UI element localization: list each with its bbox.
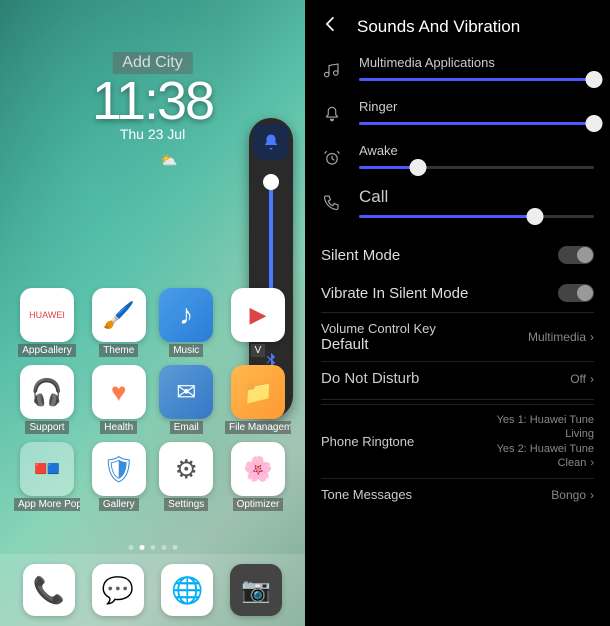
pinwheel-icon: 🌸 bbox=[243, 455, 273, 484]
settings-panel: Sounds And Vibration Multimedia Applicat… bbox=[305, 0, 610, 626]
settings-header: Sounds And Vibration bbox=[321, 14, 594, 39]
app-gallery[interactable]: 🛡Gallery bbox=[90, 442, 148, 511]
clock-widget[interactable]: 11:38 Thu 23 Jul bbox=[92, 70, 213, 142]
app-grid: HUAWEIAppGallery 🖌️Theme ♪Music ▶V 🎧Supp… bbox=[0, 288, 305, 511]
gear-icon: ⚙ bbox=[175, 454, 198, 485]
play-icon: ▶ bbox=[250, 302, 267, 328]
huawei-logo-icon: HUAWEI bbox=[29, 310, 65, 320]
vibrate-silent-toggle[interactable] bbox=[558, 284, 594, 302]
divider bbox=[321, 399, 594, 400]
app-email[interactable]: ✉Email bbox=[158, 365, 216, 434]
vibrate-silent-row[interactable]: Vibrate In Silent Mode bbox=[321, 274, 594, 312]
dnd-row[interactable]: Do Not Disturb Off› bbox=[321, 361, 594, 395]
dock-browser[interactable]: 🌐 bbox=[161, 564, 213, 616]
slider-ringer: Ringer bbox=[321, 99, 594, 125]
phone-icon: 📞 bbox=[32, 575, 64, 606]
volume-thumb[interactable] bbox=[263, 174, 279, 190]
back-button[interactable] bbox=[321, 14, 341, 39]
page-indicator bbox=[128, 545, 177, 550]
alarm-icon bbox=[323, 149, 341, 167]
weather-icon[interactable]: ⛅ bbox=[160, 152, 177, 169]
ringer-slider[interactable] bbox=[359, 122, 594, 125]
envelope-icon: ✉ bbox=[176, 378, 196, 407]
app-music[interactable]: ♪Music bbox=[158, 288, 216, 357]
chevron-right-icon: › bbox=[590, 488, 594, 502]
slider-alarm: Awake bbox=[321, 143, 594, 169]
homescreen: Add City 11:38 Thu 23 Jul ⛅ HUAWEIAppGal… bbox=[0, 0, 305, 626]
music-icon bbox=[323, 61, 341, 79]
slider-call: Call bbox=[321, 187, 594, 218]
tone-messages-row[interactable]: Tone Messages Bongo› bbox=[321, 478, 594, 510]
chevron-right-icon: › bbox=[590, 457, 594, 469]
arrow-left-icon bbox=[321, 14, 341, 34]
headset-icon: 🎧 bbox=[31, 377, 63, 408]
phone-outline-icon bbox=[323, 193, 341, 211]
clock-time: 11:38 bbox=[92, 70, 213, 132]
chevron-right-icon: › bbox=[590, 372, 594, 386]
silent-mode-row[interactable]: Silent Mode bbox=[321, 236, 594, 274]
app-video[interactable]: ▶V bbox=[225, 288, 291, 357]
call-slider[interactable] bbox=[359, 215, 594, 218]
app-settings[interactable]: ⚙Settings bbox=[158, 442, 216, 511]
page-title: Sounds And Vibration bbox=[357, 17, 520, 37]
brush-icon: 🖌️ bbox=[103, 300, 135, 331]
ringer-mode-button[interactable] bbox=[253, 124, 289, 160]
app-health[interactable]: ♥Health bbox=[90, 365, 148, 434]
globe-icon: 🌐 bbox=[171, 575, 203, 606]
dock-phone[interactable]: 📞 bbox=[23, 564, 75, 616]
bell-outline-icon bbox=[323, 105, 341, 123]
ringtone-row[interactable]: Phone Ringtone Yes 1: Huawei Tune Living… bbox=[321, 404, 594, 478]
dock-camera[interactable]: 📷 bbox=[230, 564, 282, 616]
folder-apps-icon: 🟥🟦 bbox=[35, 464, 60, 475]
volume-key-row[interactable]: Volume Control Key Default Multimedia› bbox=[321, 312, 594, 361]
app-support[interactable]: 🎧Support bbox=[14, 365, 80, 434]
slider-multimedia: Multimedia Applications bbox=[321, 55, 594, 81]
silent-mode-toggle[interactable] bbox=[558, 246, 594, 264]
chat-icon: 💬 bbox=[102, 575, 134, 606]
chevron-right-icon: › bbox=[590, 330, 594, 344]
app-optimizer[interactable]: 🌸Optimizer bbox=[225, 442, 291, 511]
dock: 📞 💬 🌐 📷 bbox=[0, 554, 305, 626]
dock-messages[interactable]: 💬 bbox=[92, 564, 144, 616]
music-note-icon: ♪ bbox=[179, 299, 193, 331]
bell-icon bbox=[262, 133, 280, 151]
camera-icon: 📷 bbox=[241, 576, 271, 605]
app-files[interactable]: 📁File Management bbox=[225, 365, 291, 434]
folder-icon: 📁 bbox=[243, 378, 273, 407]
heart-icon: ♥ bbox=[111, 377, 126, 408]
alarm-slider[interactable] bbox=[359, 166, 594, 169]
shield-icon: 🛡 bbox=[102, 454, 135, 485]
multimedia-slider[interactable] bbox=[359, 78, 594, 81]
app-theme[interactable]: 🖌️Theme bbox=[90, 288, 148, 357]
app-appgallery[interactable]: HUAWEIAppGallery bbox=[14, 288, 80, 357]
app-folder[interactable]: 🟥🟦App More Popol bbox=[14, 442, 80, 511]
